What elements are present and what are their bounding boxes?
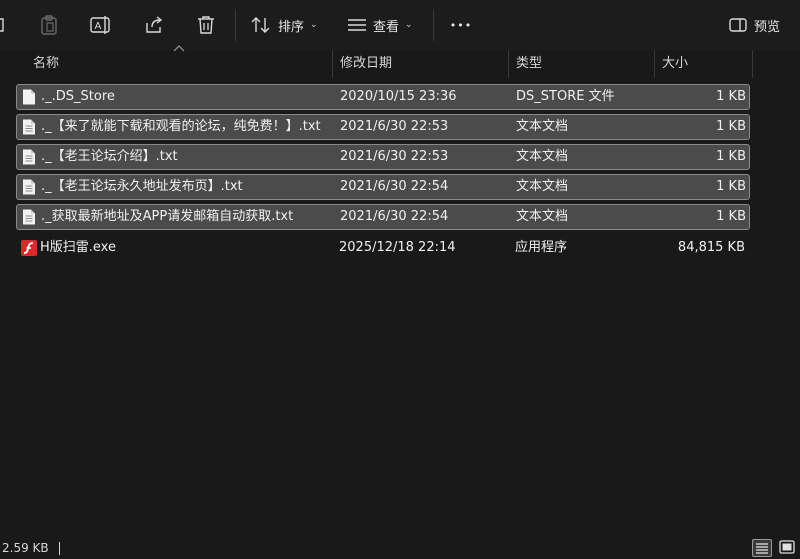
file-row[interactable]: ._【老王论坛介绍】.txt 2021/6/30 22:53 文本文档 1 KB	[16, 144, 750, 170]
preview-label: 预览	[754, 19, 781, 35]
column-header: 名称 修改日期 类型 大小	[0, 50, 800, 78]
file-icon	[23, 89, 35, 105]
chevron-down-icon: ⌄	[310, 20, 318, 30]
file-date: 2025/12/18 22:14	[339, 240, 456, 255]
column-divider[interactable]	[752, 50, 753, 78]
flash-exe-icon	[21, 240, 37, 256]
file-date: 2021/6/30 22:54	[340, 179, 449, 194]
toolbar-separator	[235, 9, 236, 41]
file-row[interactable]: ._.DS_Store 2020/10/15 23:36 DS_STORE 文件…	[16, 84, 750, 110]
file-type: 文本文档	[516, 209, 569, 224]
file-date: 2021/6/30 22:54	[340, 209, 449, 224]
chevron-down-icon: ⌄	[405, 20, 413, 30]
column-divider[interactable]	[332, 50, 333, 78]
file-type: 文本文档	[516, 149, 569, 164]
file-row[interactable]: ._【老王论坛永久地址发布页】.txt 2021/6/30 22:54 文本文档…	[16, 174, 750, 200]
file-row[interactable]: H版扫雷.exe 2025/12/18 22:14 应用程序 84,815 KB	[16, 236, 750, 262]
toolbar-separator	[433, 9, 434, 41]
view-lines-icon	[348, 18, 366, 32]
more-options-icon[interactable]: •••	[449, 10, 473, 40]
file-name: H版扫雷.exe	[40, 240, 116, 255]
file-size: 1 KB	[716, 119, 746, 134]
file-type: DS_STORE 文件	[516, 89, 615, 104]
file-row[interactable]: ._获取最新地址及APP请发邮箱自动获取.txt 2021/6/30 22:54…	[16, 204, 750, 230]
column-type[interactable]: 类型	[516, 50, 542, 78]
file-name: ._【来了就能下载和观看的论坛，纯免费！】.txt	[41, 119, 321, 134]
paste-icon[interactable]	[36, 10, 62, 40]
column-name[interactable]: 名称	[33, 50, 59, 78]
file-name: ._.DS_Store	[41, 89, 115, 104]
rename-icon[interactable]: A	[88, 10, 114, 40]
file-type: 文本文档	[516, 179, 569, 194]
text-file-icon	[23, 179, 35, 195]
view-label: 查看	[373, 19, 400, 35]
file-name: ._【老王论坛介绍】.txt	[41, 149, 178, 164]
svg-text:A: A	[95, 21, 102, 32]
selection-size-text: 2.59 KB	[2, 541, 49, 555]
view-button[interactable]: 查看 ⌄	[348, 10, 413, 40]
file-size: 1 KB	[716, 149, 746, 164]
sort-button[interactable]: 排序 ⌄	[251, 10, 318, 40]
sort-label: 排序	[278, 19, 305, 35]
preview-button[interactable]: 预览	[729, 10, 780, 40]
text-file-icon	[23, 149, 35, 165]
command-bar: A 排序 ⌄ 查看 ⌄ ••• 预览	[0, 0, 800, 50]
file-size: 1 KB	[716, 89, 746, 104]
file-type: 应用程序	[515, 240, 568, 255]
file-explorer-window: A 排序 ⌄ 查看 ⌄ ••• 预览 名称 修改日期 类型 大小 ._.DS_S…	[0, 0, 800, 559]
new-icon[interactable]	[0, 10, 8, 40]
column-divider[interactable]	[508, 50, 509, 78]
delete-icon[interactable]	[193, 10, 219, 40]
preview-pane-icon	[729, 17, 747, 33]
column-divider[interactable]	[654, 50, 655, 78]
file-name: ._【老王论坛永久地址发布页】.txt	[41, 179, 243, 194]
status-separator	[59, 542, 60, 555]
details-view-icon[interactable]	[752, 539, 772, 557]
file-date: 2021/6/30 22:53	[340, 149, 449, 164]
column-size[interactable]: 大小	[662, 50, 688, 78]
file-date: 2020/10/15 23:36	[340, 89, 457, 104]
file-type: 文本文档	[516, 119, 569, 134]
tiles-view-icon[interactable]	[778, 539, 798, 557]
text-file-icon	[23, 209, 35, 225]
sort-icon	[251, 16, 271, 34]
file-name: ._获取最新地址及APP请发邮箱自动获取.txt	[41, 209, 294, 224]
sort-ascending-icon	[173, 45, 185, 52]
share-icon[interactable]	[141, 10, 167, 40]
file-size: 1 KB	[716, 209, 746, 224]
file-size: 1 KB	[716, 179, 746, 194]
file-date: 2021/6/30 22:53	[340, 119, 449, 134]
column-date[interactable]: 修改日期	[340, 50, 392, 78]
text-file-icon	[23, 119, 35, 135]
status-bar: 2.59 KB	[0, 538, 800, 559]
file-size: 84,815 KB	[677, 240, 745, 255]
file-row[interactable]: ._【来了就能下载和观看的论坛，纯免费！】.txt 2021/6/30 22:5…	[16, 114, 750, 140]
